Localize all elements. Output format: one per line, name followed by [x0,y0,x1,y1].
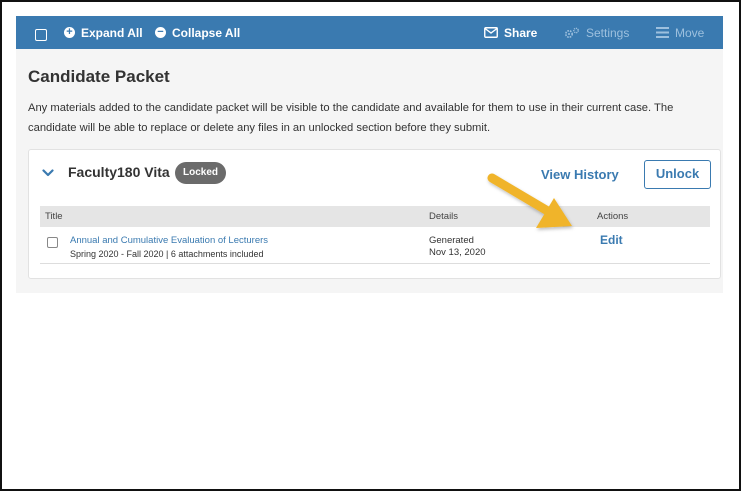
edit-link[interactable]: Edit [600,233,623,247]
expand-all-label: Expand All [81,25,143,40]
envelope-icon [484,27,498,38]
section-card: Faculty180 Vita Locked View History Unlo… [28,149,721,279]
column-header-actions: Actions [597,211,629,222]
collapse-all-label: Collapse All [172,25,241,40]
gears-icon [564,27,579,38]
settings-button[interactable]: Settings [564,16,629,49]
row-subtitle: Spring 2020 - Fall 2020 | 6 attachments … [70,249,264,259]
collapse-all-button[interactable]: − Collapse All [155,16,240,49]
move-list-icon [656,27,669,38]
section-title: Faculty180 Vita [68,164,170,180]
share-label: Share [504,25,538,40]
column-header-details: Details [429,211,459,222]
toolbar: + Expand All − Collapse All Share Settin… [16,16,723,49]
minus-circle-icon: − [155,27,166,38]
row-detail-date: Nov 13, 2020 [429,247,486,258]
expand-all-button[interactable]: + Expand All [64,16,143,49]
row-title-link[interactable]: Annual and Cumulative Evaluation of Lect… [70,235,268,246]
pointer-arrow-icon [487,173,572,228]
row-checkbox[interactable] [47,237,58,248]
candidate-packet-panel: + Expand All − Collapse All Share Settin… [16,16,723,293]
page-description: Any materials added to the candidate pac… [28,102,674,134]
page-title: Candidate Packet [28,67,170,86]
plus-circle-icon: + [64,27,75,38]
settings-label: Settings [586,25,630,40]
move-button[interactable]: Move [656,16,704,49]
chevron-down-icon[interactable] [42,169,54,177]
unlock-button[interactable]: Unlock [644,160,711,189]
table-header: Title Details Actions [40,206,710,227]
share-button[interactable]: Share [484,16,537,49]
column-header-title: Title [45,211,63,222]
select-all-checkbox[interactable] [35,29,47,41]
move-label: Move [675,25,705,40]
status-badge: Locked [175,162,227,184]
row-detail-status: Generated [429,235,474,246]
table-row: Annual and Cumulative Evaluation of Lect… [40,228,710,264]
